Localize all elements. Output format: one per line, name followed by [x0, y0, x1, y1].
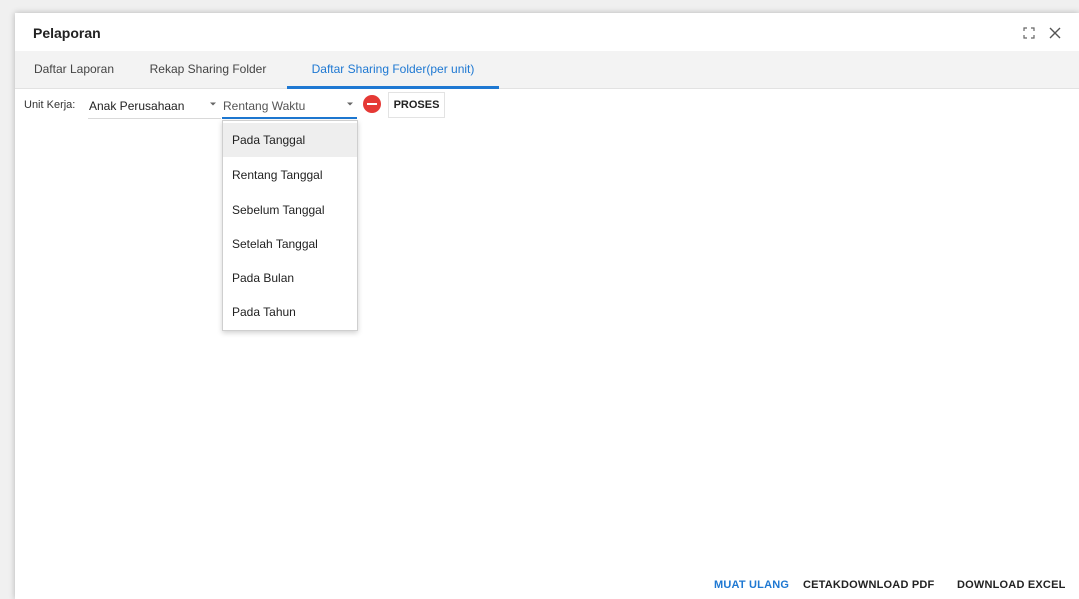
dropdown-option-pada-bulan[interactable]: Pada Bulan: [223, 261, 357, 295]
chevron-down-icon: [347, 102, 353, 106]
chevron-down-icon: [210, 102, 216, 106]
rentang-waktu-value: Rentang Waktu: [223, 99, 306, 113]
rentang-waktu-select[interactable]: Rentang Waktu: [222, 93, 357, 119]
tab-daftar-laporan[interactable]: Daftar Laporan: [21, 51, 127, 89]
muat-ulang-button[interactable]: MUAT ULANG: [714, 579, 789, 591]
minus-icon: [367, 103, 377, 105]
tab-rekap-sharing-folder[interactable]: Rekap Sharing Folder: [137, 51, 279, 89]
unit-kerja-value: Anak Perusahaan: [89, 99, 185, 113]
unit-kerja-label: Unit Kerja:: [24, 99, 76, 111]
download-pdf-button[interactable]: DOWNLOAD PDF: [841, 579, 934, 591]
tab-bar: Daftar Laporan Rekap Sharing Folder Daft…: [15, 51, 1079, 89]
close-button[interactable]: [1045, 23, 1065, 43]
cetak-button[interactable]: CETAK: [803, 579, 841, 591]
dialog-title: Pelaporan: [33, 25, 101, 41]
dialog-titlebar: Pelaporan: [15, 13, 1079, 51]
dropdown-option-sebelum-tanggal[interactable]: Sebelum Tanggal: [223, 193, 357, 227]
tab-daftar-sharing-folder-per-unit[interactable]: Daftar Sharing Folder(per unit): [287, 51, 499, 89]
proses-button[interactable]: PROSES: [388, 92, 445, 118]
remove-filter-button[interactable]: [363, 95, 381, 113]
unit-kerja-select[interactable]: Anak Perusahaan: [88, 93, 221, 119]
report-dialog: Pelaporan Daftar Laporan Rekap Sharing F…: [15, 13, 1079, 599]
time-range-dropdown: Pada Tanggal Rentang Tanggal Sebelum Tan…: [222, 120, 358, 331]
maximize-icon: [1023, 27, 1035, 39]
maximize-button[interactable]: [1019, 23, 1039, 43]
dropdown-option-setelah-tanggal[interactable]: Setelah Tanggal: [223, 227, 357, 261]
close-icon: [1049, 27, 1061, 39]
dropdown-option-pada-tahun[interactable]: Pada Tahun: [223, 295, 357, 329]
download-excel-button[interactable]: DOWNLOAD EXCEL: [957, 579, 1066, 591]
dropdown-option-pada-tanggal[interactable]: Pada Tanggal: [223, 123, 357, 157]
filter-toolbar: Unit Kerja: Anak Perusahaan Rentang Wakt…: [15, 92, 1079, 123]
dropdown-option-rentang-tanggal[interactable]: Rentang Tanggal: [223, 158, 357, 192]
